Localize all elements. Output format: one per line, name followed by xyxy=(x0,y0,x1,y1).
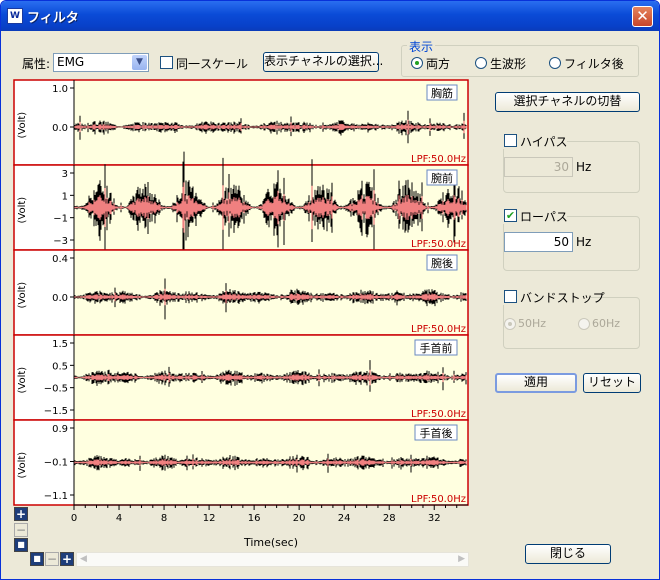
y-tick-label: 0.4 xyxy=(52,254,68,265)
channel-panel[interactable]: (Volt) 0.4 0.0 腕後 LPF:50.0Hz xyxy=(13,249,469,336)
y-tick-label: 1.0 xyxy=(52,84,68,95)
channel-name: 手首後 xyxy=(420,426,453,440)
channel-panel[interactable]: (Volt) 1.0 0.0 胸筋 LPF:50.0Hz xyxy=(13,79,469,166)
x-tick-label: 0 xyxy=(71,513,77,524)
attribute-value: EMG xyxy=(57,55,85,69)
attribute-label: 属性: xyxy=(22,57,51,71)
x-tick-label: 28 xyxy=(383,513,396,524)
y-tick-label: −1 xyxy=(53,214,68,225)
close-button[interactable]: 閉じる xyxy=(525,544,611,564)
highpass-unit: Hz xyxy=(576,160,592,174)
attribute-select[interactable]: EMG ▼ xyxy=(53,53,149,72)
x-tick-label: 32 xyxy=(428,513,441,524)
display-raw-radio[interactable] xyxy=(475,57,487,69)
scroll-right-icon[interactable]: ▶ xyxy=(458,554,465,564)
switch-channel-button[interactable]: 選択チャネルの切替 xyxy=(495,92,640,112)
title-bar[interactable]: W フィルタ ✕ xyxy=(1,1,659,31)
y-tick-label: −0.5 xyxy=(44,384,68,395)
y-tick-label: −0.1 xyxy=(44,458,68,469)
lowpass-label: ローパス xyxy=(520,210,568,224)
channel-name: 手首前 xyxy=(420,341,453,355)
filter-info-label: LPF:50.0Hz xyxy=(411,494,466,505)
x-tick-label: 4 xyxy=(116,513,122,524)
channel-panel[interactable]: (Volt) 3 1 −1 −3 腕前 LPF:50.0Hz xyxy=(13,151,469,261)
display-group-title: 表示 xyxy=(407,38,436,55)
vertical-zoom-in-button[interactable]: + xyxy=(14,507,28,521)
y-tick-label: 0.5 xyxy=(52,361,68,372)
channel-name: 胸筋 xyxy=(431,86,453,100)
display-raw-label: 生波形 xyxy=(490,57,527,71)
x-axis-label: Time(sec) xyxy=(243,536,298,549)
y-tick-label: −1.1 xyxy=(44,491,68,502)
display-filtered-radio[interactable] xyxy=(549,57,561,69)
filter-info-label: LPF:50.0Hz xyxy=(411,324,466,335)
y-tick-label: 0.0 xyxy=(52,293,68,304)
y-tick-label: −3 xyxy=(53,236,68,247)
filter-info-label: LPF:50.0Hz xyxy=(411,409,466,420)
channel-name: 腕前 xyxy=(431,171,453,185)
horizontal-zoom-out-button[interactable]: − xyxy=(45,552,59,566)
display-both-label: 両方 xyxy=(426,57,451,71)
y-axis-label: (Volt) xyxy=(17,112,28,139)
highpass-checkbox[interactable] xyxy=(504,134,517,147)
filter-info-label: LPF:50.0Hz xyxy=(411,239,466,250)
reset-button[interactable]: リセット xyxy=(583,373,641,393)
lowpass-checkbox[interactable]: ✔ xyxy=(504,209,517,222)
same-scale-checkbox[interactable] xyxy=(160,56,173,69)
bandstop-60hz-radio[interactable] xyxy=(578,318,590,330)
x-tick-label: 16 xyxy=(248,513,261,524)
filter-info-label: LPF:50.0Hz xyxy=(411,154,466,165)
y-axis-label: (Volt) xyxy=(17,197,28,224)
plot-background xyxy=(74,251,467,334)
x-tick-label: 12 xyxy=(203,513,216,524)
bandstop-50hz-label: 50Hz xyxy=(518,317,547,330)
y-tick-label: 1.5 xyxy=(52,339,68,350)
highpass-cutoff-field[interactable]: 30 xyxy=(504,157,573,177)
channel-panel[interactable]: (Volt) 1.5 0.5 −0.5 −1.5 手首前 LPF:50.0Hz xyxy=(13,334,469,421)
apply-button[interactable]: 適用 xyxy=(495,373,577,393)
y-axis-label: (Volt) xyxy=(17,367,28,394)
y-axis-label: (Volt) xyxy=(17,452,28,479)
y-tick-label: 0.9 xyxy=(52,424,68,435)
y-tick-label: −1.5 xyxy=(44,406,68,417)
channel-panel[interactable]: (Volt) 0.9 −0.1 −1.1 手首後 LPF:50.0Hz xyxy=(13,419,469,506)
y-axis-label: (Volt) xyxy=(17,282,28,309)
lowpass-cutoff-field[interactable]: 50 xyxy=(504,232,573,252)
bandstop-50hz-radio[interactable] xyxy=(504,318,516,330)
display-both-radio[interactable] xyxy=(411,57,423,69)
display-filtered-label: フィルタ後 xyxy=(564,57,624,71)
horizontal-fit-button[interactable]: ■ xyxy=(30,552,44,566)
filter-dialog: W フィルタ ✕ 属性: EMG ▼ 同一スケール 表示チャネルの選択... 表… xyxy=(0,0,660,580)
y-tick-label: 0.0 xyxy=(52,123,68,134)
horizontal-scrollbar[interactable]: ◀ ▶ xyxy=(76,552,469,567)
scroll-left-icon[interactable]: ◀ xyxy=(80,554,87,564)
x-tick-label: 20 xyxy=(293,513,306,524)
horizontal-zoom-in-button[interactable]: + xyxy=(60,552,74,566)
app-logo-icon: W xyxy=(7,8,23,24)
close-window-button[interactable]: ✕ xyxy=(632,6,653,27)
vertical-fit-button[interactable]: ■ xyxy=(14,538,28,552)
y-tick-label: 3 xyxy=(62,169,68,180)
y-tick-label: 1 xyxy=(62,191,68,202)
channel-name: 腕後 xyxy=(431,256,453,270)
emg-plot-area[interactable]: (Volt) 1.0 0.0 胸筋 LPF:50.0Hz (Volt) 3 1 −1 −3 腕前 LP… xyxy=(1,77,481,552)
bandstop-60hz-label: 60Hz xyxy=(592,317,621,330)
chevron-down-icon[interactable]: ▼ xyxy=(132,55,147,70)
highpass-label: ハイパス xyxy=(520,135,568,149)
bandstop-label: バンドストップ xyxy=(520,291,605,305)
vertical-zoom-out-button[interactable]: − xyxy=(14,523,28,537)
lowpass-unit: Hz xyxy=(576,235,592,249)
window-title: フィルタ xyxy=(27,11,79,26)
bandstop-checkbox[interactable] xyxy=(504,290,517,303)
x-tick-label: 24 xyxy=(338,513,351,524)
x-tick-label: 8 xyxy=(161,513,167,524)
same-scale-label: 同一スケール xyxy=(176,57,249,71)
select-channels-button[interactable]: 表示チャネルの選択... xyxy=(263,52,383,72)
